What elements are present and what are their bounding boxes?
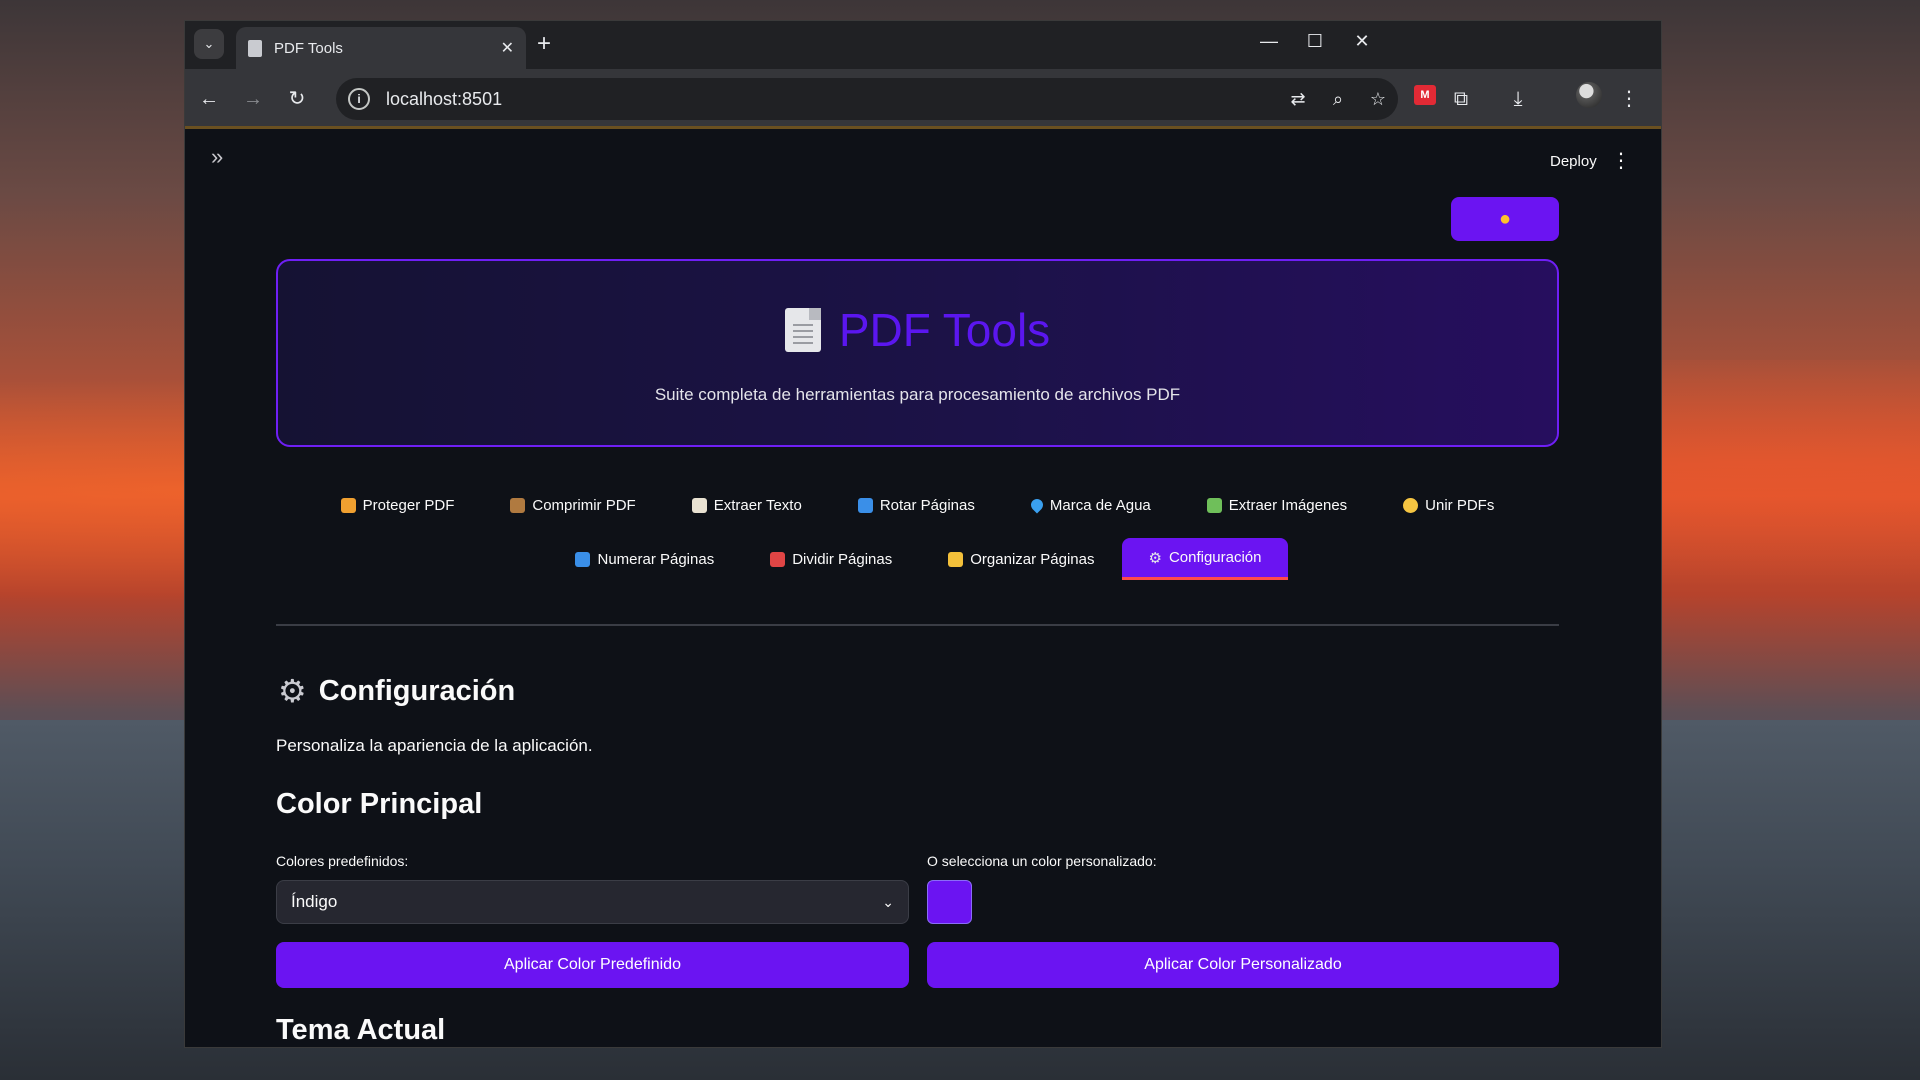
zoom-icon[interactable]: ⌕ — [1318, 89, 1358, 110]
back-icon[interactable]: ← — [193, 83, 225, 115]
package-icon — [510, 497, 526, 513]
site-info-icon[interactable]: i — [348, 88, 370, 110]
image-icon — [1206, 497, 1222, 513]
color-heading: Color Principal — [276, 788, 483, 820]
address-bar[interactable]: i localhost:8501 ⇄ ⌕ ☆ — [336, 78, 1398, 120]
forward-icon[interactable]: → — [237, 83, 269, 115]
main-menu-icon[interactable]: ⋮ — [1611, 148, 1631, 173]
section-title-text: Configuración — [318, 674, 516, 707]
theme-toggle-button[interactable]: ● — [1451, 197, 1559, 241]
sidebar-expand-icon[interactable]: » — [211, 144, 223, 170]
tab-configuracion[interactable]: ⚙ Configuración — [1122, 538, 1288, 580]
tabs-divider — [276, 624, 1559, 626]
tab-label: Extraer Texto — [713, 496, 802, 514]
document-icon — [784, 308, 821, 352]
section-description: Personaliza la apariencia de la aplicaci… — [276, 736, 593, 755]
sun-icon: ● — [1498, 207, 1512, 230]
tab-label: Extraer Imágenes — [1228, 496, 1348, 514]
numbers-icon — [575, 551, 591, 567]
profile-avatar[interactable] — [1576, 82, 1602, 108]
maximize-icon[interactable]: ☐ — [1295, 31, 1335, 52]
close-tab-icon[interactable]: ✕ — [501, 38, 514, 58]
browser-menu-icon[interactable]: ⋮ — [1613, 83, 1645, 115]
tab-extraer-texto[interactable]: Extraer Texto — [664, 484, 830, 526]
gear-icon: ⚙ — [1148, 549, 1162, 567]
bookmark-star-icon[interactable]: ☆ — [1358, 89, 1398, 110]
tab-label: Marca de Agua — [1049, 496, 1151, 514]
tab-label: Unir PDFs — [1425, 496, 1495, 514]
tab-proteger-pdf[interactable]: Proteger PDF — [313, 484, 483, 526]
apply-custom-color-button[interactable]: Aplicar Color Personalizado — [927, 942, 1559, 988]
hero-title-row: PDF Tools — [278, 303, 1557, 357]
tab-label: Rotar Páginas — [879, 496, 975, 514]
tab-label: Comprimir PDF — [532, 496, 636, 514]
tab-label: Numerar Páginas — [597, 550, 715, 568]
document-favicon-icon — [248, 39, 262, 57]
rotate-icon — [857, 497, 873, 513]
document-icon — [691, 497, 707, 513]
tool-tabs-row-1: Proteger PDF Comprimir PDF Extraer Texto… — [276, 484, 1559, 526]
minimize-icon[interactable]: — — [1249, 31, 1289, 52]
translate-icon[interactable]: ⇄ — [1278, 89, 1318, 110]
tab-rotar-paginas[interactable]: Rotar Páginas — [830, 484, 1003, 526]
chevron-down-icon: ⌄ — [882, 893, 894, 910]
tab-strip: ⌄ PDF Tools ✕ + — ☐ ✕ — [185, 21, 1661, 69]
custom-color-label: O selecciona un color personalizado: — [927, 853, 1157, 869]
tab-label: Configuración — [1168, 549, 1262, 566]
custom-color-picker[interactable] — [927, 880, 972, 924]
tab-marca-de-agua[interactable]: Marca de Agua — [1003, 484, 1179, 526]
tab-numerar-paginas[interactable]: Numerar Páginas — [547, 538, 742, 580]
preset-color-select[interactable]: Índigo ⌄ — [276, 880, 909, 924]
preset-color-value: Índigo — [291, 892, 338, 911]
lock-icon — [340, 497, 356, 513]
tab-dividir-paginas[interactable]: Dividir Páginas — [742, 538, 920, 580]
new-tab-button[interactable]: + — [537, 30, 551, 58]
extension-red-icon[interactable]: M — [1414, 85, 1436, 105]
browser-window: ⌄ PDF Tools ✕ + — ☐ ✕ ← → ↻ i localhost:… — [184, 20, 1662, 1048]
gear-icon: ⚙ — [278, 673, 307, 709]
tab-search-button[interactable]: ⌄ — [194, 29, 224, 59]
current-theme-heading: Tema Actual — [276, 1014, 446, 1046]
browser-tab[interactable]: PDF Tools ✕ — [236, 27, 526, 69]
extensions-puzzle-icon[interactable]: ⧉ — [1445, 83, 1477, 115]
tab-organizar-paginas[interactable]: Organizar Páginas — [920, 538, 1122, 580]
tab-title: PDF Tools — [274, 39, 343, 57]
hero-title: PDF Tools — [838, 304, 1051, 356]
streamlit-page: » Deploy ⋮ ● PDF Tools Suite completa de… — [185, 132, 1661, 1047]
scissors-icon — [770, 551, 786, 567]
deploy-button[interactable]: Deploy — [1550, 153, 1597, 170]
browser-toolbar: ← → ↻ i localhost:8501 ⇄ ⌕ ☆ M ⧉ ⤓ ⋮ — [185, 69, 1661, 129]
tab-label: Organizar Páginas — [970, 550, 1095, 568]
apply-preset-color-button[interactable]: Aplicar Color Predefinido — [276, 942, 909, 988]
reload-icon[interactable]: ↻ — [281, 83, 313, 115]
preset-colors-label: Colores predefinidos: — [276, 853, 409, 869]
url-text[interactable]: localhost:8501 — [386, 89, 1278, 110]
tab-unir-pdfs[interactable]: Unir PDFs — [1375, 484, 1522, 526]
tab-label: Dividir Páginas — [792, 550, 893, 568]
close-window-icon[interactable]: ✕ — [1342, 31, 1382, 52]
droplet-icon — [1028, 496, 1046, 514]
download-icon[interactable]: ⤓ — [1502, 83, 1534, 115]
tab-label: Proteger PDF — [362, 496, 455, 514]
tab-extraer-imagenes[interactable]: Extraer Imágenes — [1179, 484, 1375, 526]
tool-tabs-row-2: Numerar Páginas Dividir Páginas Organiza… — [276, 538, 1559, 580]
heart-icon — [1403, 497, 1419, 513]
folder-icon — [948, 551, 964, 567]
hero-banner: PDF Tools Suite completa de herramientas… — [276, 259, 1559, 447]
section-title: ⚙ Configuración — [278, 672, 515, 710]
tab-comprimir-pdf[interactable]: Comprimir PDF — [482, 484, 663, 526]
hero-subtitle: Suite completa de herramientas para proc… — [654, 385, 1181, 404]
